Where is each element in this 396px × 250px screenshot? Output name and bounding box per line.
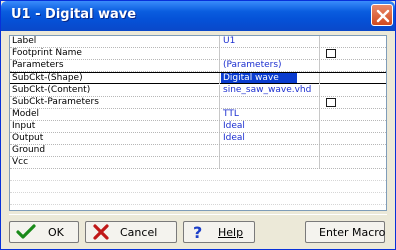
column-divider [219, 60, 220, 71]
checkmark-icon [16, 224, 36, 239]
close-icon [376, 9, 390, 23]
column-divider [319, 36, 320, 47]
property-name: Output [12, 133, 44, 143]
property-row-subckt-parameters[interactable]: SubCkt-Parameters [10, 97, 386, 109]
cancel-button[interactable]: Cancel [85, 221, 177, 243]
column-divider [219, 97, 220, 108]
property-name: Model [12, 109, 40, 119]
x-icon [93, 224, 109, 240]
property-row-output[interactable]: Output Ideal [10, 133, 386, 145]
column-divider [319, 85, 320, 96]
column-divider [219, 145, 220, 156]
property-value[interactable] [223, 97, 319, 108]
properties-dialog: U1 - Digital wave Label U1 Footprint Nam… [0, 0, 396, 250]
property-row-ground[interactable]: Ground [10, 145, 386, 157]
property-name: Input [12, 121, 36, 131]
column-divider [219, 133, 220, 144]
column-divider [319, 121, 320, 132]
dialog-title: U1 - Digital wave [11, 7, 137, 22]
property-grid: Label U1 Footprint Name Parameters (Para… [9, 35, 387, 211]
svg-text:?: ? [193, 224, 202, 240]
property-row-subckt-content[interactable]: SubCkt-(Content) sine_saw_wave.vhd [10, 85, 386, 97]
button-bar: OK Cancel ? Help Enter Macro [9, 214, 387, 246]
property-row-footprint-name[interactable]: Footprint Name [10, 48, 386, 60]
property-value[interactable] [223, 145, 319, 156]
property-value[interactable]: (Parameters) [223, 60, 319, 71]
property-name: Ground [12, 145, 46, 155]
property-row-vcc[interactable]: Vcc [10, 157, 386, 169]
property-value[interactable] [223, 157, 319, 168]
column-divider [319, 73, 320, 84]
column-divider [219, 48, 220, 59]
column-divider [319, 133, 320, 144]
empty-row [10, 193, 386, 205]
subckt-parameters-checkbox[interactable] [326, 98, 336, 107]
property-value[interactable]: TTL [223, 109, 319, 120]
cancel-label: Cancel [120, 226, 158, 239]
column-divider [219, 121, 220, 132]
property-name: Vcc [12, 157, 29, 167]
enter-macro-button[interactable]: Enter Macro [305, 221, 385, 243]
column-divider [219, 157, 220, 168]
help-label: Help [218, 226, 244, 239]
property-row-parameters[interactable]: Parameters (Parameters) [10, 60, 386, 72]
column-divider [219, 36, 220, 47]
property-name: Parameters [12, 60, 64, 70]
column-divider [219, 85, 220, 96]
property-name: Footprint Name [12, 48, 82, 58]
empty-row [10, 169, 386, 181]
enter-macro-label: Enter Macro [319, 226, 386, 239]
column-divider [319, 157, 320, 168]
help-button[interactable]: ? Help [183, 221, 255, 243]
subckt-shape-input[interactable]: Digital wave [221, 73, 297, 83]
close-button[interactable] [371, 4, 393, 26]
property-value[interactable]: Ideal [223, 133, 319, 144]
property-name: SubCkt-(Shape) [12, 73, 83, 83]
property-name: Label [12, 36, 37, 46]
property-value[interactable]: sine_saw_wave.vhd [223, 85, 319, 96]
empty-row [10, 181, 386, 193]
column-divider [319, 97, 320, 108]
column-divider [319, 145, 320, 156]
property-name: SubCkt-Parameters [12, 97, 99, 107]
property-row-model[interactable]: Model TTL [10, 109, 386, 121]
column-divider [219, 73, 220, 84]
column-divider [319, 109, 320, 120]
column-divider [319, 48, 320, 59]
ok-button[interactable]: OK [9, 221, 79, 243]
ok-label: OK [48, 226, 64, 239]
footprint-name-checkbox[interactable] [326, 49, 336, 58]
question-icon: ? [193, 224, 202, 240]
property-row-input[interactable]: Input Ideal [10, 121, 386, 133]
property-row-label[interactable]: Label U1 [10, 36, 386, 48]
property-value[interactable]: U1 [223, 36, 319, 47]
property-name: SubCkt-(Content) [12, 85, 91, 95]
column-divider [319, 60, 320, 71]
title-bar[interactable]: U1 - Digital wave [1, 1, 395, 31]
column-divider [219, 109, 220, 120]
property-value[interactable] [223, 48, 319, 59]
property-value[interactable]: Ideal [223, 121, 319, 132]
property-row-subckt-shape[interactable]: SubCkt-(Shape) Digital wave [10, 72, 386, 84]
